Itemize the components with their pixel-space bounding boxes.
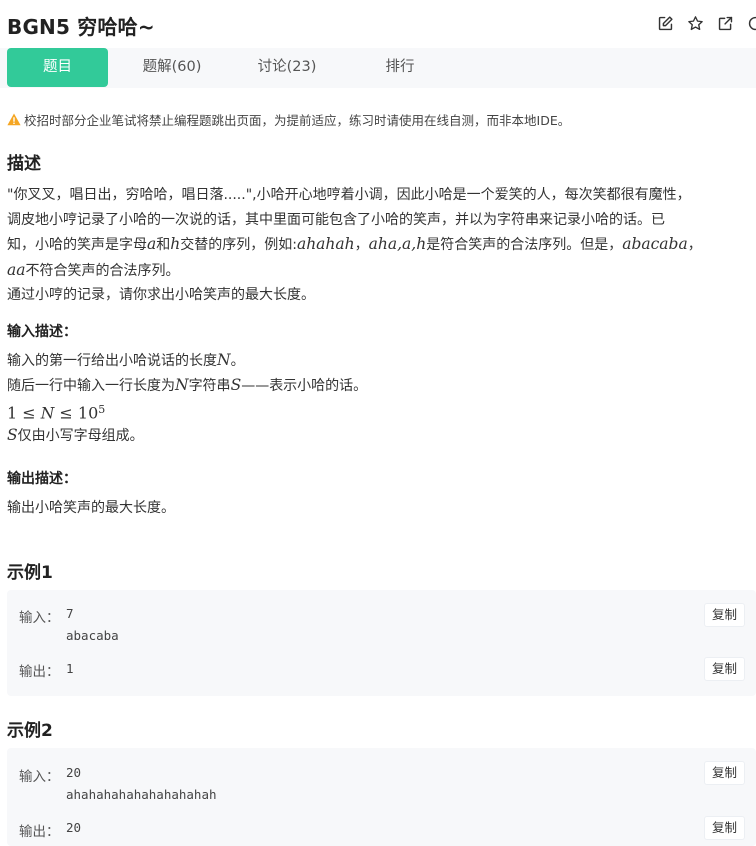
example-1-panel: 输入： 7 abacaba 复制 输出： 1 复制 <box>7 590 756 696</box>
input-description-line: 随后一行中输入一行长度为N字符串S——表示小哈的话。 <box>7 375 368 394</box>
share-icon[interactable] <box>716 14 734 32</box>
tab-ranking[interactable]: 排行 <box>370 48 430 87</box>
more-icon[interactable] <box>746 14 756 32</box>
copy-output-button[interactable]: 复制 <box>704 816 745 840</box>
page-title: BGN5 穷哈哈~ <box>7 15 155 39</box>
math-symbol: a <box>147 235 157 253</box>
tab-solutions[interactable]: 题解(60) <box>130 48 214 87</box>
example-1-heading: 示例1 <box>7 563 53 583</box>
input-description-body: 输入的第一行给出小哈说话的长度N。 随后一行中输入一行长度为N字符串S——表示小… <box>7 348 747 448</box>
example-input-value: 7 <box>66 606 74 621</box>
notice-text: 校招时部分企业笔试将禁止编程题跳出页面，为提前适应，练习时请使用在线自测，而非本… <box>24 113 571 128</box>
copy-input-button[interactable]: 复制 <box>704 603 745 627</box>
input-description-line: 输入的第一行给出小哈说话的长度N。 <box>7 351 245 369</box>
copy-input-button[interactable]: 复制 <box>704 761 745 785</box>
output-description-line: 输出小哈笑声的最大长度。 <box>7 500 175 516</box>
warning-icon <box>7 113 21 126</box>
example-input-value: 20 <box>66 765 82 780</box>
constraint-line: 1 ≤ N ≤ 105 <box>7 403 106 423</box>
tab-discussion[interactable]: 讨论(23) <box>245 48 329 87</box>
example-output-value: 1 <box>66 661 74 676</box>
math-symbol: N <box>217 351 231 369</box>
example-output-label: 输出： <box>19 664 60 680</box>
output-description-body: 输出小哈笑声的最大长度。 <box>7 496 747 521</box>
math-symbol: aa <box>7 260 26 279</box>
math-symbol: h <box>416 235 427 253</box>
description-line: "你叉叉，唱日出，穷哈哈，唱日落.....",小哈开心地哼着小调，因此小哈是一个… <box>7 187 691 203</box>
header-actions <box>656 14 756 32</box>
math-symbol: ahahah <box>296 235 355 253</box>
tab-problem[interactable]: 题目 <box>7 48 108 87</box>
description-line: aa不符合笑声的合法序列。 <box>7 260 180 279</box>
description-body: "你叉叉，唱日出，穷哈哈，唱日落.....",小哈开心地哼着小调，因此小哈是一个… <box>7 183 752 308</box>
input-description-line: S仅由小写字母组成。 <box>7 426 144 444</box>
output-description-heading: 输出描述： <box>7 471 77 487</box>
math-symbol: N <box>175 375 189 394</box>
math-symbol: S <box>230 375 242 394</box>
math-symbol: S <box>7 426 18 444</box>
example-input-label: 输入： <box>19 769 60 785</box>
math-symbol: h <box>170 235 181 253</box>
description-heading: 描述 <box>7 154 41 174</box>
star-icon[interactable] <box>686 14 704 32</box>
math-symbol: abacaba <box>622 235 688 253</box>
input-description-heading: 输入描述： <box>7 324 77 340</box>
problem-header: BGN5 穷哈哈~ <box>0 0 756 48</box>
math-symbol: a <box>402 235 412 253</box>
edit-icon[interactable] <box>656 14 674 32</box>
example-2-heading: 示例2 <box>7 721 53 741</box>
description-line: 通过小哼的记录，请你求出小哈笑声的最大长度。 <box>7 287 315 303</box>
example-output-value: 20 <box>66 820 82 835</box>
example-output-label: 输出： <box>19 824 60 840</box>
example-2-panel: 输入： 20 ahahahahahahahahahah 复制 输出： 20 复制 <box>7 748 756 846</box>
copy-output-button[interactable]: 复制 <box>704 657 745 681</box>
description-line: 调皮地小哼记录了小哈的一次说的话，其中里面可能包含了小哈的笑声，并以为字符串来记… <box>7 211 665 228</box>
example-input-label: 输入： <box>19 610 60 626</box>
exam-notice: 校招时部分企业笔试将禁止编程题跳出页面，为提前适应，练习时请使用在线自测，而非本… <box>7 110 570 129</box>
description-line: 知，小哈的笑声是字母a和h交替的序列，例如:ahahah，aha,a,h是符合笑… <box>7 235 702 253</box>
example-input-value: ahahahahahahahahahah <box>66 787 217 802</box>
example-input-value: abacaba <box>66 628 119 643</box>
math-symbol: aha <box>368 235 398 253</box>
problem-tabs: 题目 题解(60) 讨论(23) 排行 <box>0 48 756 88</box>
